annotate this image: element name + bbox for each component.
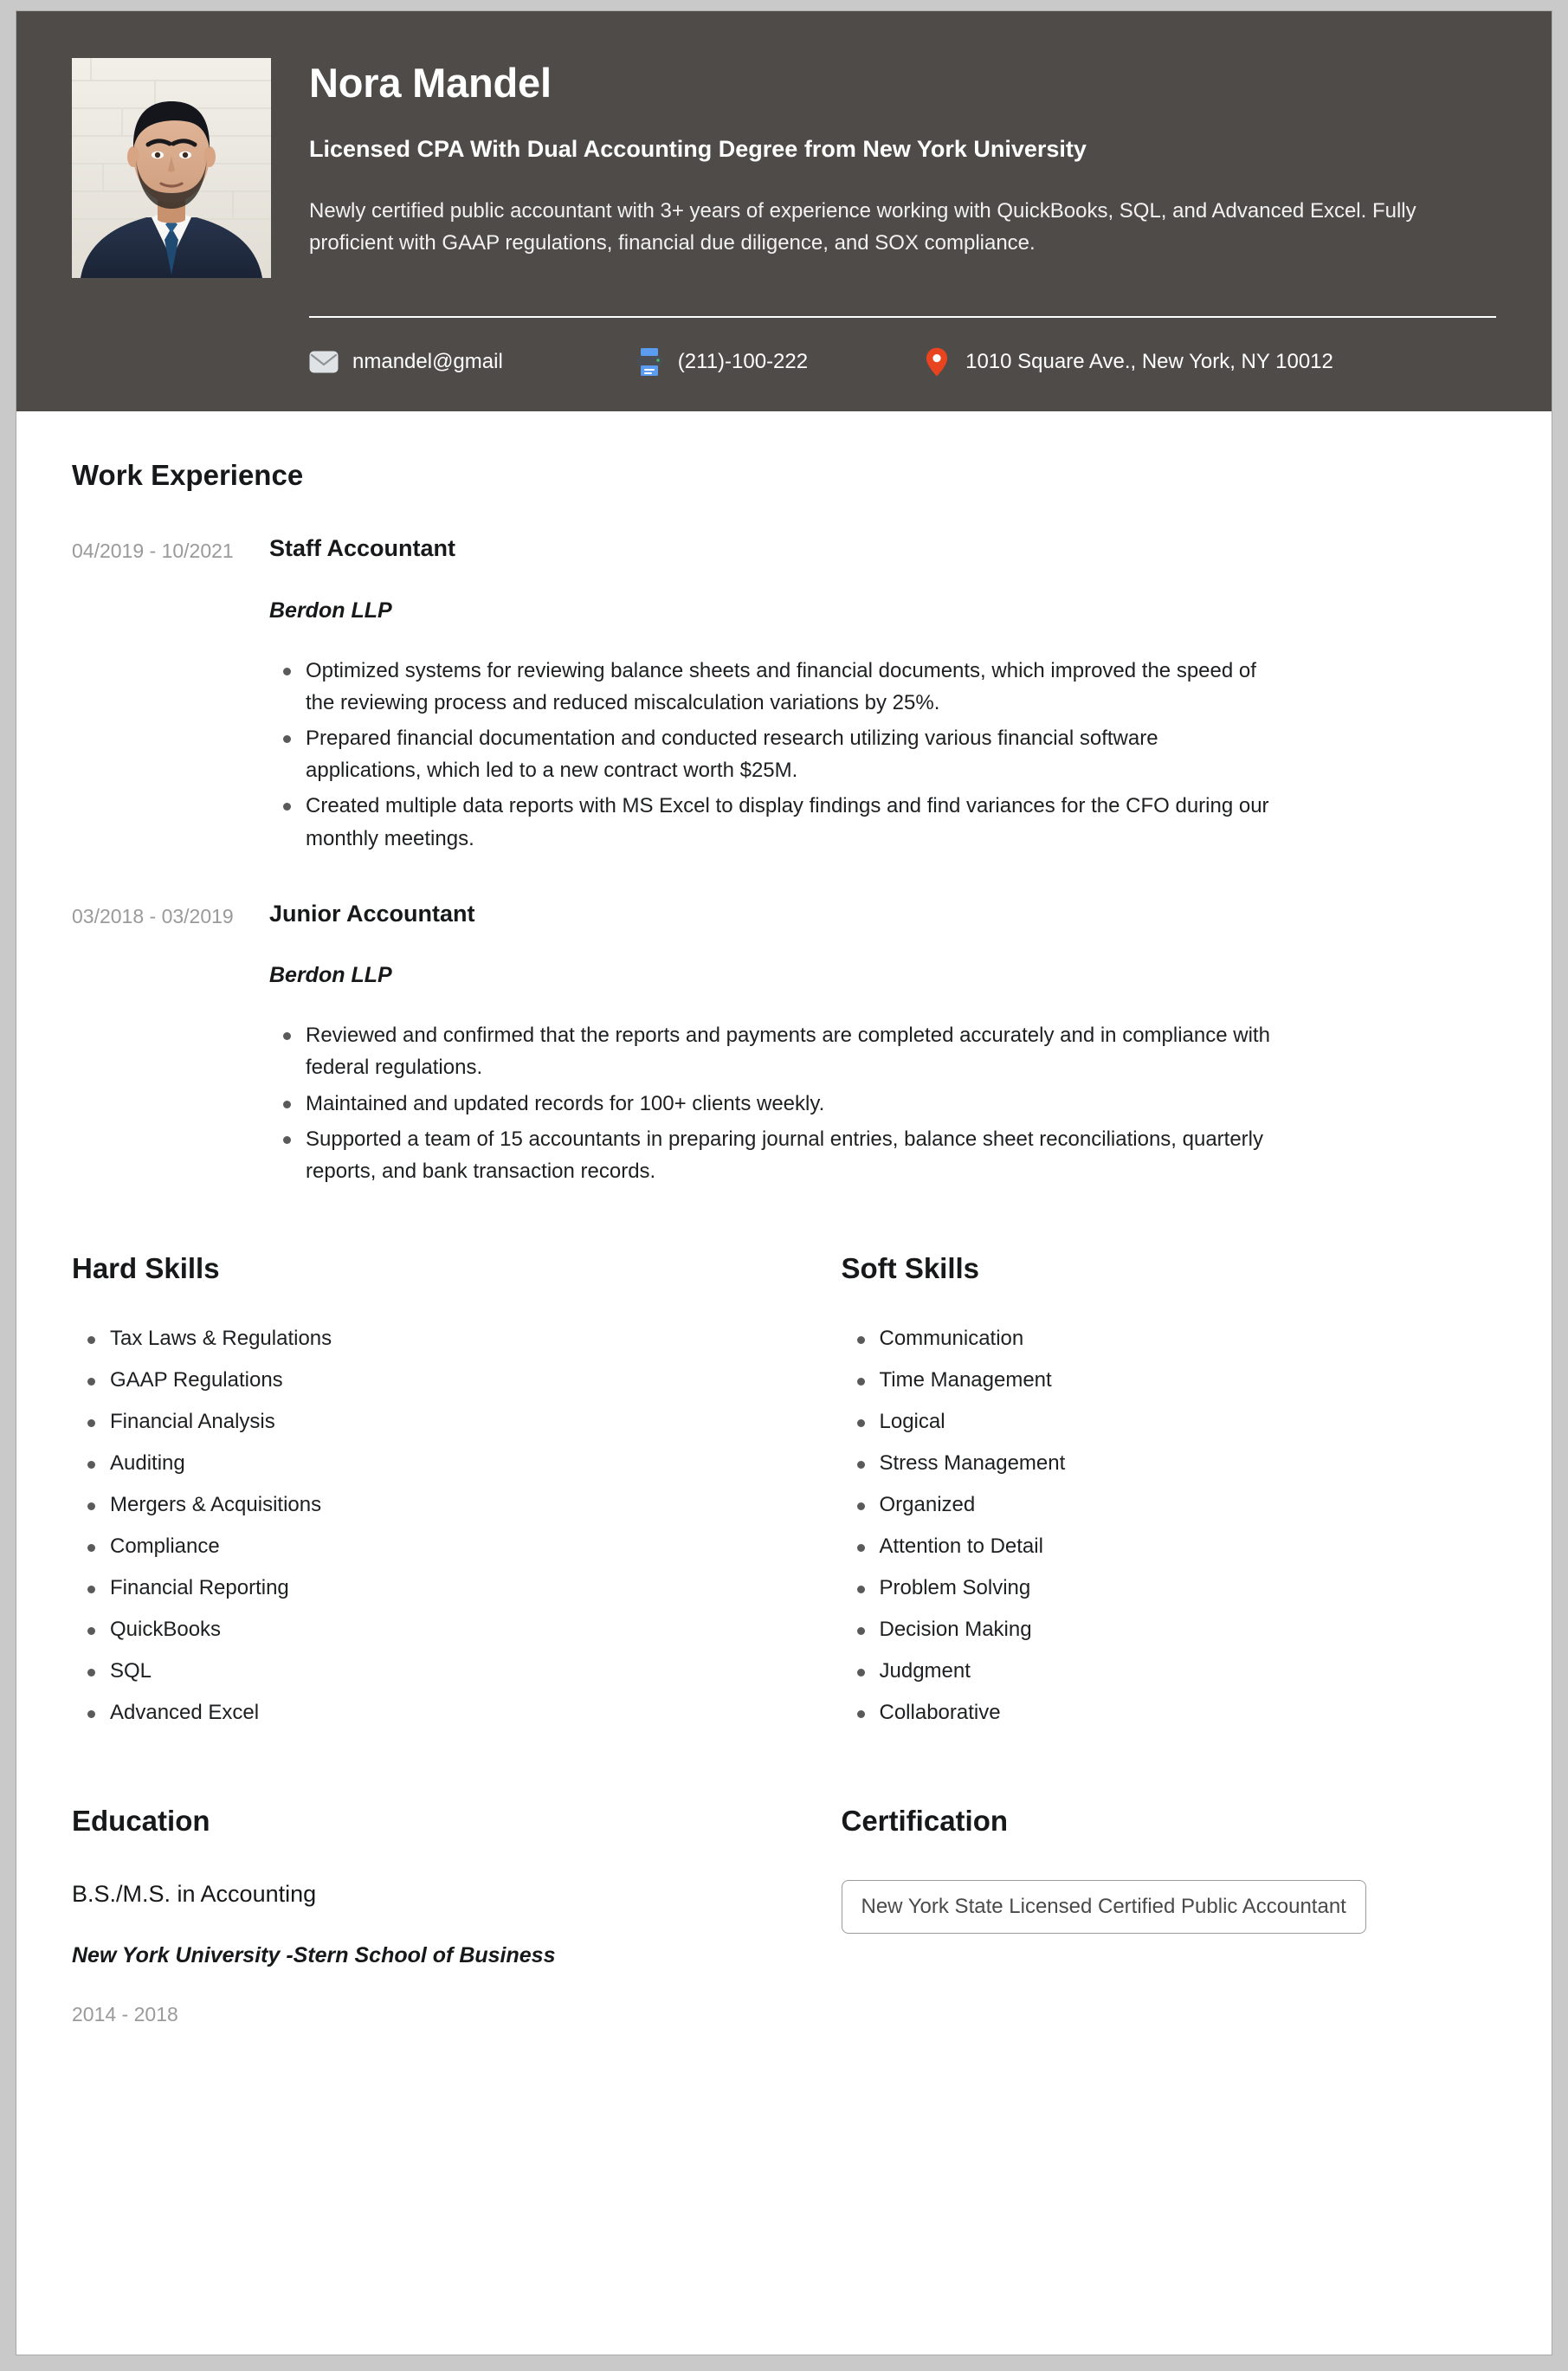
list-item: Financial Analysis <box>87 1411 784 1433</box>
job-bullet: Optimized systems for reviewing balance … <box>283 655 1275 719</box>
resume-body: Work Experience 04/2019 - 10/2021 Staff … <box>16 411 1552 2027</box>
job-title: Staff Accountant <box>269 535 455 562</box>
skills-row: Hard Skills Tax Laws & Regulations GAAP … <box>72 1252 1497 1742</box>
list-item: Mergers & Acquisitions <box>87 1494 784 1516</box>
list-item: Attention to Detail <box>856 1535 1497 1558</box>
education-certification-row: Education B.S./M.S. in Accounting New Yo… <box>72 1804 1497 2027</box>
job-bullet: Reviewed and confirmed that the reports … <box>283 1019 1275 1083</box>
list-item: GAAP Regulations <box>87 1369 784 1392</box>
list-item: Auditing <box>87 1452 784 1475</box>
job-company: Berdon LLP <box>269 598 392 623</box>
list-item: Financial Reporting <box>87 1576 784 1599</box>
job-details: Staff Accountant Berdon LLP Optimized sy… <box>269 534 1496 858</box>
page-frame: Nora Mandel Licensed CPA With Dual Accou… <box>0 0 1568 2371</box>
section-title-certification: Certification <box>841 1804 1009 1837</box>
resume-header: Nora Mandel Licensed CPA With Dual Accou… <box>16 11 1552 411</box>
job-details: Junior Accountant Berdon LLP Reviewed an… <box>269 900 1496 1191</box>
map-pin-icon <box>922 347 952 377</box>
education-years: 2014 - 2018 <box>72 2003 178 2026</box>
certification-chip: New York State Licensed Certified Public… <box>841 1879 1366 1935</box>
resume-card: Nora Mandel Licensed CPA With Dual Accou… <box>16 10 1552 2355</box>
education-school: New York University -Stern School of Bus… <box>72 1943 556 1968</box>
fax-icon <box>635 347 664 377</box>
header-text-block: Nora Mandel Licensed CPA With Dual Accou… <box>309 58 1496 259</box>
section-soft-skills: Soft Skills Communication Time Managemen… <box>784 1252 1497 1742</box>
contact-address-label: 1010 Square Ave., New York, NY 10012 <box>965 350 1333 373</box>
hard-skills-list: Tax Laws & Regulations GAAP Regulations … <box>72 1328 784 1723</box>
contact-email[interactable]: nmandel@gmail <box>309 347 503 377</box>
header-top: Nora Mandel Licensed CPA With Dual Accou… <box>72 58 1496 278</box>
section-education: Education B.S./M.S. in Accounting New Yo… <box>72 1804 784 2027</box>
list-item: Communication <box>856 1328 1497 1350</box>
job-dates: 04/2019 - 10/2021 <box>72 539 234 563</box>
page-title: Nora Mandel <box>309 60 552 106</box>
section-work-experience: Work Experience 04/2019 - 10/2021 Staff … <box>72 459 1496 1191</box>
section-title-work-experience: Work Experience <box>72 459 304 491</box>
envelope-icon <box>309 347 339 377</box>
job-bullet-list: Optimized systems for reviewing balance … <box>269 655 1496 855</box>
list-item: Collaborative <box>856 1701 1497 1724</box>
list-item: SQL <box>87 1659 784 1683</box>
section-title-soft-skills: Soft Skills <box>841 1252 980 1285</box>
list-item: Logical <box>856 1411 1497 1433</box>
section-certification: Certification New York State Licensed Ce… <box>784 1804 1497 2027</box>
job-dates: 03/2018 - 03/2019 <box>72 904 234 927</box>
list-item: Decision Making <box>856 1618 1497 1641</box>
list-item: Tax Laws & Regulations <box>87 1328 784 1350</box>
contact-row: nmandel@gmail (211)-100-222 1010 Square … <box>309 347 1496 377</box>
list-item: Organized <box>856 1494 1497 1516</box>
headline: Licensed CPA With Dual Accounting Degree… <box>309 136 1087 163</box>
contact-address[interactable]: 1010 Square Ave., New York, NY 10012 <box>922 347 1333 377</box>
section-hard-skills: Hard Skills Tax Laws & Regulations GAAP … <box>72 1252 784 1742</box>
job-bullet-list: Reviewed and confirmed that the reports … <box>269 1019 1496 1187</box>
contact-fax-label: (211)-100-222 <box>677 350 809 373</box>
job-title: Junior Accountant <box>269 900 475 927</box>
job-bullet: Prepared financial documentation and con… <box>283 722 1275 786</box>
list-item: Compliance <box>87 1535 784 1558</box>
job-bullet: Maintained and updated records for 100+ … <box>283 1088 1275 1120</box>
education-degree: B.S./M.S. in Accounting <box>72 1880 317 1907</box>
section-title-hard-skills: Hard Skills <box>72 1252 220 1285</box>
section-title-education: Education <box>72 1804 210 1837</box>
list-item: Judgment <box>856 1659 1497 1683</box>
job-bullet: Supported a team of 15 accountants in pr… <box>283 1123 1275 1187</box>
job-bullet: Created multiple data reports with MS Ex… <box>283 790 1275 854</box>
job-entry: 04/2019 - 10/2021 Staff Accountant Berdo… <box>72 534 1496 858</box>
job-company: Berdon LLP <box>269 963 392 988</box>
list-item: Advanced Excel <box>87 1701 784 1724</box>
contact-email-label: nmandel@gmail <box>352 350 503 373</box>
list-item: Problem Solving <box>856 1576 1497 1599</box>
list-item: QuickBooks <box>87 1618 784 1641</box>
job-entry: 03/2018 - 03/2019 Junior Accountant Berd… <box>72 900 1496 1191</box>
soft-skills-list: Communication Time Management Logical St… <box>842 1328 1497 1723</box>
avatar <box>72 58 271 278</box>
summary-paragraph: Newly certified public accountant with 3… <box>309 198 1416 255</box>
header-divider <box>309 316 1496 318</box>
list-item: Time Management <box>856 1369 1497 1392</box>
contact-fax[interactable]: (211)-100-222 <box>635 347 808 377</box>
list-item: Stress Management <box>856 1452 1497 1475</box>
